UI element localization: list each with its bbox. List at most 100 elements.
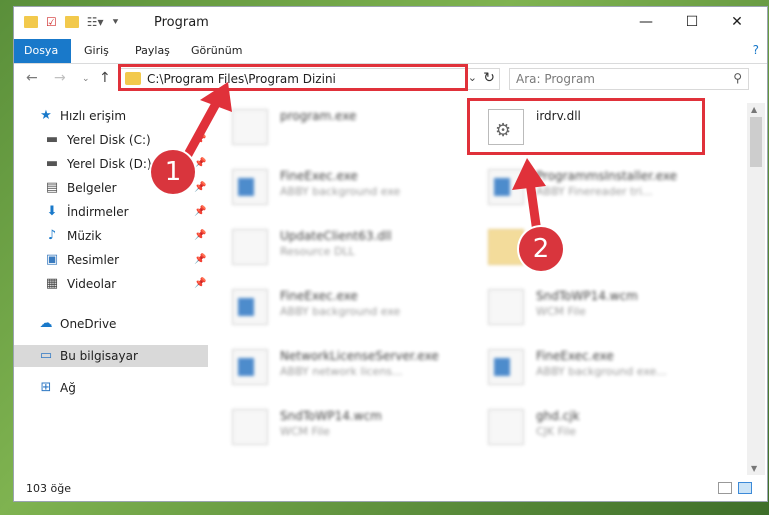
network-icon: ⊞ <box>40 380 52 395</box>
callout-badge-one: 1 <box>151 150 195 194</box>
scroll-thumb[interactable] <box>750 117 762 167</box>
file-item[interactable]: SndToWP14.wcm WCM File <box>222 403 462 455</box>
sidebar-item-label: Belgeler <box>67 181 117 195</box>
sidebar-item-local-disk-c[interactable]: ▬ Yerel Disk (C:) 📌 <box>14 129 208 151</box>
sidebar-item-label: Yerel Disk (C:) <box>67 133 151 147</box>
tab-share[interactable]: Paylaş <box>125 39 180 63</box>
file-name: FineExec.exe <box>280 289 358 303</box>
back-arrow-icon[interactable]: ← <box>26 70 38 86</box>
file-item[interactable]: ghd.cjk CJK File <box>478 403 718 455</box>
file-item[interactable]: SndToWP14.wcm WCM File <box>478 283 718 335</box>
status-bar: 103 öğe <box>14 477 767 501</box>
title-bar: ☑ ☷▾ ⯆ Program — ☐ ✕ <box>14 7 767 39</box>
navigation-bar: ← → ⌄ ↑ C:\Program Files\Program Dizini … <box>14 66 767 94</box>
close-button[interactable]: ✕ <box>717 11 757 33</box>
app-icon <box>488 169 524 205</box>
customize-toolbar-icon[interactable]: ⯆ <box>112 17 120 28</box>
file-item[interactable]: FineExec.exe ABBY background exe <box>222 163 462 215</box>
tab-file[interactable]: Dosya <box>14 39 71 63</box>
file-item-irdrv-dll[interactable]: ⚙ irdrv.dll <box>478 103 718 155</box>
file-item[interactable]: FineExec.exe ABBY background exe... <box>478 343 718 395</box>
sidebar-item-label: Müzik <box>67 229 102 243</box>
sidebar-item-label: Resimler <box>67 253 120 267</box>
file-item[interactable]: program.exe <box>222 103 462 155</box>
address-bar[interactable]: C:\Program Files\Program Dizini ⌄ ↻ <box>120 68 500 90</box>
sidebar-item-label: Hızlı erişim <box>60 109 127 123</box>
up-arrow-icon[interactable]: ↑ <box>99 70 111 86</box>
quick-access-toolbar: ☑ ☷▾ ⯆ <box>24 15 128 29</box>
drive-icon: ▬ <box>45 156 59 171</box>
sidebar-item-label: Yerel Disk (D:) <box>67 157 152 171</box>
search-input[interactable]: Ara: Program ⚲ <box>509 68 749 90</box>
dll-file-icon: ⚙ <box>488 109 524 145</box>
file-description: WCM File <box>280 425 330 438</box>
callout-badge-two: 2 <box>519 227 563 271</box>
pin-icon: 📌 <box>194 230 207 241</box>
tab-view[interactable]: Görünüm <box>181 39 252 63</box>
refresh-icon[interactable]: ↻ <box>483 70 495 86</box>
sidebar-item-onedrive[interactable]: ☁ OneDrive <box>14 313 208 335</box>
vertical-scrollbar[interactable]: ▲ ▼ <box>747 103 765 475</box>
sidebar-item-network[interactable]: ⊞ Ağ <box>14 377 208 399</box>
search-placeholder: Ara: Program <box>516 72 595 86</box>
ribbon-tabs: Dosya Giriş Paylaş Görünüm ? <box>14 39 767 64</box>
recent-locations-icon[interactable]: ⌄ <box>82 74 90 84</box>
folder-icon <box>125 72 141 85</box>
gear-icon: ⚙ <box>495 120 512 141</box>
app-icon <box>232 169 268 205</box>
sidebar-item-quick-access[interactable]: ★ Hızlı erişim <box>14 105 208 127</box>
sidebar-item-pictures[interactable]: ▣ Resimler 📌 <box>14 249 208 271</box>
window-title: Program <box>154 15 209 30</box>
file-name: ProgrammsInstaller.exe <box>536 169 678 183</box>
file-description: Resource DLL <box>280 245 355 258</box>
download-icon: ⬇ <box>46 204 58 219</box>
sidebar-item-label: Ağ <box>60 381 76 395</box>
chevron-down-icon[interactable]: ⌄ <box>468 71 477 84</box>
file-description: CJK File <box>536 425 577 438</box>
item-count: 103 öğe <box>26 482 71 495</box>
folder-icon[interactable] <box>24 16 38 28</box>
large-icons-view-icon[interactable] <box>738 482 752 494</box>
sidebar-item-music[interactable]: ♪ Müzik 📌 <box>14 225 208 247</box>
file-item[interactable] <box>478 223 718 275</box>
minimize-button[interactable]: — <box>626 11 666 33</box>
star-icon: ★ <box>40 108 52 123</box>
dll-file-icon <box>232 229 268 265</box>
search-icon[interactable]: ⚲ <box>733 71 742 85</box>
file-description: ABBY background exe... <box>536 365 667 378</box>
file-icon <box>488 409 524 445</box>
file-description: ABBY network licens... <box>280 365 403 378</box>
scroll-up-icon[interactable]: ▲ <box>751 105 757 114</box>
maximize-button[interactable]: ☐ <box>672 11 712 33</box>
pictures-icon: ▣ <box>45 252 59 267</box>
pin-icon: 📌 <box>194 134 207 145</box>
sidebar-item-label: İndirmeler <box>67 205 129 219</box>
file-name: irdrv.dll <box>536 109 581 123</box>
scroll-down-icon[interactable]: ▼ <box>751 464 757 473</box>
sidebar-item-videos[interactable]: ▦ Videolar 📌 <box>14 273 208 295</box>
file-name: UpdateClient63.dll <box>280 229 392 243</box>
tab-home[interactable]: Giriş <box>74 39 119 63</box>
help-icon[interactable]: ? <box>753 43 759 57</box>
file-list: program.exe ⚙ irdrv.dll FineExec.exe ABB… <box>222 103 742 473</box>
exe-icon <box>232 109 268 145</box>
file-item[interactable]: NetworkLicenseServer.exe ABBY network li… <box>222 343 462 395</box>
app-icon <box>232 289 268 325</box>
file-item[interactable]: FineExec.exe ABBY background exe <box>222 283 462 335</box>
file-item[interactable]: ProgrammsInstaller.exe ABBY Finereader t… <box>478 163 718 215</box>
file-item[interactable]: UpdateClient63.dll Resource DLL <box>222 223 462 275</box>
file-icon <box>488 289 524 325</box>
pin-icon: 📌 <box>194 206 207 217</box>
video-icon: ▦ <box>45 276 59 291</box>
sidebar-item-downloads[interactable]: ⬇ İndirmeler 📌 <box>14 201 208 223</box>
details-view-icon[interactable] <box>718 482 732 494</box>
new-folder-icon[interactable] <box>64 16 79 28</box>
properties-icon[interactable]: ☑ <box>46 15 57 29</box>
file-icon <box>232 409 268 445</box>
address-path[interactable]: C:\Program Files\Program Dizini <box>147 72 336 86</box>
sidebar-item-this-pc[interactable]: ▭ Bu bilgisayar <box>14 345 208 367</box>
view-icon[interactable]: ☷▾ <box>87 15 104 29</box>
forward-arrow-icon[interactable]: → <box>54 70 66 86</box>
file-description: ABBY background exe <box>280 305 401 318</box>
pin-icon: 📌 <box>194 278 207 289</box>
